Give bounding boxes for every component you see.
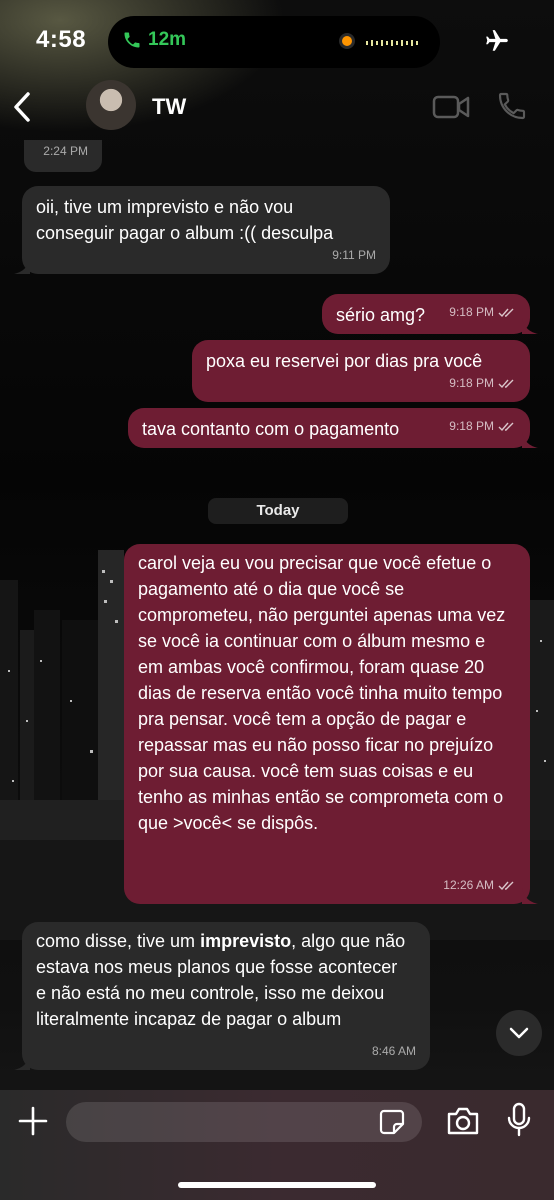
bubble-tail [522, 432, 538, 448]
video-call-icon[interactable] [432, 92, 470, 122]
bubble-tail [14, 1054, 30, 1070]
read-receipt-icon [498, 308, 514, 317]
microphone-icon[interactable] [506, 1102, 532, 1138]
message-text: carol veja eu vou precisar que você efet… [138, 553, 506, 833]
message-bubble-outgoing[interactable]: carol veja eu vou precisar que você efet… [124, 544, 538, 904]
bubble-tail [14, 258, 30, 274]
message-text: poxa eu reservei por dias pra você [206, 351, 483, 371]
status-bar: 4:58 12m [0, 0, 554, 80]
message-bubble-outgoing[interactable]: poxa eu reservei por dias pra você 9:18 … [192, 340, 530, 402]
sticker-icon[interactable] [378, 1108, 406, 1136]
privacy-indicator-dot [342, 36, 352, 46]
voice-call-icon[interactable] [496, 90, 528, 122]
message-text-part: como disse, tive um [36, 931, 201, 951]
home-indicator[interactable] [178, 1182, 376, 1188]
clock: 4:58 [36, 26, 87, 53]
chevron-down-icon [509, 1027, 529, 1039]
message-text: como disse, tive um imprevisto, algo que… [36, 928, 412, 1032]
read-receipt-icon [498, 379, 514, 388]
bubble-tail [522, 318, 538, 334]
message-time: 9:18 PM [449, 376, 494, 390]
message-bubble-incoming[interactable]: oii, tive um imprevisto e não vou conseg… [14, 186, 390, 274]
message-time: 2:24 PM [43, 144, 88, 158]
message-time: 8:46 AM [371, 1044, 416, 1058]
message-bubble-outgoing[interactable]: tava contanto com o pagamento 9:18 PM [128, 408, 538, 448]
read-receipt-icon [498, 422, 514, 431]
airplane-mode-icon [486, 30, 508, 51]
chat-header: TW [0, 76, 554, 138]
plus-icon[interactable] [18, 1106, 48, 1136]
message-bubble-incoming[interactable]: como disse, tive um imprevisto, algo que… [14, 922, 430, 1070]
call-duration: 12m [148, 29, 187, 50]
scroll-to-bottom-button[interactable] [496, 1010, 542, 1056]
waveform-icon [366, 40, 418, 46]
message-time: 12:26 AM [443, 878, 494, 892]
message-bubble-incoming[interactable]: 2:24 PM [24, 140, 102, 172]
message-time: 9:18 PM [449, 305, 494, 319]
date-separator: Today [208, 498, 348, 524]
message-bubble-outgoing[interactable]: sério amg? 9:18 PM [322, 294, 538, 334]
message-text: oii, tive um imprevisto e não vou conseg… [36, 197, 334, 243]
message-time: 9:11 PM [332, 248, 376, 262]
read-receipt-icon [498, 881, 514, 890]
camera-icon[interactable] [446, 1106, 480, 1136]
dynamic-island[interactable]: 12m [108, 16, 440, 68]
avatar[interactable] [86, 80, 136, 130]
active-call-indicator[interactable]: 12m [122, 29, 186, 51]
message-text: tava contanto com o pagamento [142, 419, 400, 439]
contact-name[interactable]: TW [152, 94, 186, 120]
back-chevron-icon[interactable] [8, 88, 38, 126]
phone-icon [124, 32, 140, 48]
bubble-tail [522, 888, 538, 904]
message-input[interactable] [66, 1102, 422, 1142]
message-time: 9:18 PM [449, 419, 494, 433]
message-text: sério amg? [336, 305, 426, 325]
message-text-bold: imprevisto [200, 931, 292, 951]
